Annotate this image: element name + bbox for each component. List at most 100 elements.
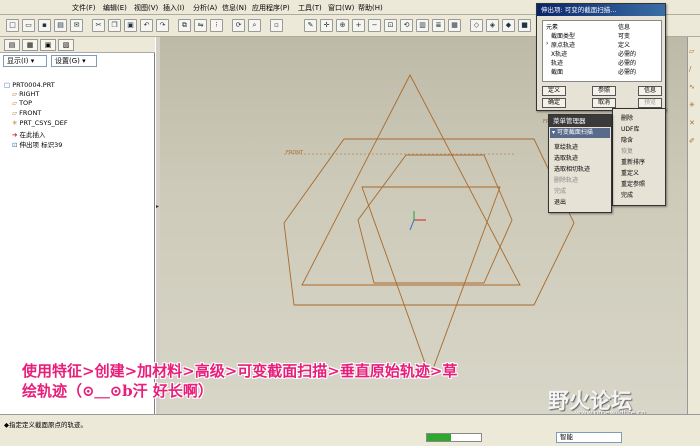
menu-item[interactable]: 完成 <box>621 190 633 199</box>
fit-view-icon[interactable]: ⊡ <box>384 19 397 32</box>
email-icon[interactable]: ✉ <box>70 19 83 32</box>
wireframe-icon[interactable]: ◇ <box>470 19 483 32</box>
show-dropdown[interactable]: 显示(I) ▾ <box>3 55 47 67</box>
menu-help[interactable]: 帮助(H) <box>358 3 383 13</box>
info-button[interactable]: 信息 <box>638 86 662 96</box>
menu-tools[interactable]: 工具(T) <box>298 3 322 13</box>
menu-item[interactable]: 重定参照 <box>621 179 645 188</box>
menu-insert[interactable]: 插入(I) <box>163 3 185 13</box>
zoom-in-icon[interactable]: + <box>352 19 365 32</box>
paste-icon[interactable]: ▣ <box>124 19 137 32</box>
tab-favorites[interactable]: ▣ <box>40 39 56 51</box>
menu-window[interactable]: 窗口(W) <box>328 3 354 13</box>
menu-item-done[interactable]: 完成 <box>554 186 566 195</box>
csys-icon[interactable]: ✕ <box>689 119 695 127</box>
tutorial-caption-line2: 绘轨迹（⊙＿⊙b汗 好长啊） <box>22 382 213 400</box>
tab-connections[interactable]: ▧ <box>58 39 74 51</box>
view-manager-icon[interactable]: ▦ <box>448 19 461 32</box>
collapse-arrow-icon[interactable]: ▸ <box>156 203 159 210</box>
tree-item-part[interactable]: □ PRT0004.PRT <box>4 81 55 89</box>
menu-item[interactable]: 重定义 <box>621 168 639 177</box>
part-icon: □ <box>4 81 11 89</box>
row-info: 必需的 <box>618 60 637 67</box>
tree-item-top[interactable]: ▱ TOP <box>12 99 32 107</box>
preview-button[interactable]: 预览 <box>638 98 662 108</box>
tab-folder-browser[interactable]: ▦ <box>22 39 38 51</box>
copy-icon[interactable]: ❐ <box>108 19 121 32</box>
search-icon[interactable]: ⌕ <box>248 19 261 32</box>
menu-item-select-tangent[interactable]: 选取相切轨迹 <box>554 164 590 173</box>
row-element[interactable]: 截面类型 <box>551 31 575 40</box>
datum-axis-icon[interactable]: / <box>689 65 691 73</box>
saved-views-icon[interactable]: ▥ <box>416 19 429 32</box>
filter-dropdown[interactable]: 智能 <box>556 432 622 443</box>
row-element[interactable]: X轨迹 <box>551 49 567 58</box>
tree-item-label: PRT_CSYS_DEF <box>19 119 68 127</box>
protrusion-icon: ⊡ <box>12 141 18 149</box>
row-element[interactable]: 原点轨迹 <box>551 40 575 49</box>
menu-item[interactable]: 删除 <box>621 113 633 122</box>
menu-manager-title: 菜单管理器 <box>549 115 611 127</box>
menu-item[interactable]: UDF库 <box>621 124 639 133</box>
shading-icon[interactable]: ■ <box>518 19 531 32</box>
row-element[interactable]: 截面 <box>551 67 563 76</box>
menu-info[interactable]: 信息(N) <box>222 3 247 13</box>
settings-dropdown[interactable]: 设置(G) ▾ <box>51 55 97 67</box>
no-hidden-icon[interactable]: ◆ <box>502 19 515 32</box>
tree-item-label: PRT0004.PRT <box>12 81 55 89</box>
menu-item-delete-trajectory[interactable]: 删除轨迹 <box>554 175 578 184</box>
sketch-icon[interactable]: ✎ <box>304 19 317 32</box>
hidden-line-icon[interactable]: ◈ <box>486 19 499 32</box>
menu-item-quit[interactable]: 退出 <box>554 197 566 206</box>
datum-point-icon[interactable]: ✳ <box>689 101 695 109</box>
define-button[interactable]: 定义 <box>542 86 566 96</box>
zoom-out-icon[interactable]: − <box>368 19 381 32</box>
print-icon[interactable]: ▤ <box>54 19 67 32</box>
menu-edit[interactable]: 编辑(E) <box>103 3 127 13</box>
datum-plane-icon: ▱ <box>12 109 17 117</box>
zoom-icon[interactable]: ⊕ <box>336 19 349 32</box>
reorient-icon[interactable]: ⟲ <box>400 19 413 32</box>
undo-icon[interactable]: ↶ <box>140 19 153 32</box>
datum-plane-icon[interactable]: ▱ <box>689 47 694 55</box>
menu-item-sketch-trajectory[interactable]: 草绘轨迹 <box>554 142 578 151</box>
tree-item-csys[interactable]: ✳ PRT_CSYS_DEF <box>12 119 68 127</box>
menu-view[interactable]: 视图(V) <box>134 3 158 13</box>
menu-item-select-trajectory[interactable]: 选取轨迹 <box>554 153 578 162</box>
new-file-icon[interactable]: □ <box>6 19 19 32</box>
regenerate-icon[interactable]: ⟳ <box>232 19 245 32</box>
menu-item[interactable]: 恢复 <box>621 146 633 155</box>
mirror-icon[interactable]: ⇋ <box>194 19 207 32</box>
save-icon[interactable]: ▪ <box>38 19 51 32</box>
select-icon[interactable]: ▫ <box>270 19 283 32</box>
row-info: 必需的 <box>618 51 637 58</box>
open-file-icon[interactable]: ▭ <box>22 19 35 32</box>
tree-item-protrusion[interactable]: ⊡ 伸出项 标识39 <box>12 139 62 149</box>
cancel-button[interactable]: 取消 <box>592 98 616 108</box>
menu-item[interactable]: 隐含 <box>621 135 633 144</box>
row-element[interactable]: 轨迹 <box>551 58 563 67</box>
tree-item-right[interactable]: ▱ RIGHT <box>12 90 39 98</box>
menu-manager: 菜单管理器 ▾ 可变截面扫描 草绘轨迹 选取轨迹 选取相切轨迹 删除轨迹 完成 … <box>548 114 612 213</box>
copy-feature-icon[interactable]: ⧉ <box>178 19 191 32</box>
tab-model-tree[interactable]: ▤ <box>4 39 20 51</box>
menu-file[interactable]: 文件(F) <box>72 3 96 13</box>
menu-header: ▾ 可变截面扫描 <box>550 128 610 138</box>
pattern-icon[interactable]: ⁝ <box>210 19 223 32</box>
spin-center-icon[interactable]: ✛ <box>320 19 333 32</box>
ok-button[interactable]: 确定 <box>542 98 566 108</box>
cut-icon[interactable]: ✂ <box>92 19 105 32</box>
layers-icon[interactable]: ≣ <box>432 19 445 32</box>
menu-applications[interactable]: 应用程序(P) <box>252 3 290 13</box>
tree-item-insert-here[interactable]: ➔ 在此插入 <box>12 129 46 139</box>
datum-curve-icon[interactable]: ∿ <box>689 83 695 91</box>
tree-item-front[interactable]: ▱ FRONT <box>12 109 41 117</box>
datum-plane-icon: ▱ <box>12 99 17 107</box>
tree-item-label: RIGHT <box>19 90 40 98</box>
menu-analysis[interactable]: 分析(A) <box>193 3 217 13</box>
navigator-tabs: ▤ ▦ ▣ ▧ <box>0 37 155 53</box>
references-button[interactable]: 参照 <box>592 86 616 96</box>
redo-icon[interactable]: ↷ <box>156 19 169 32</box>
sketch-tool-icon[interactable]: ✐ <box>689 137 695 145</box>
menu-item[interactable]: 重新排序 <box>621 157 645 166</box>
